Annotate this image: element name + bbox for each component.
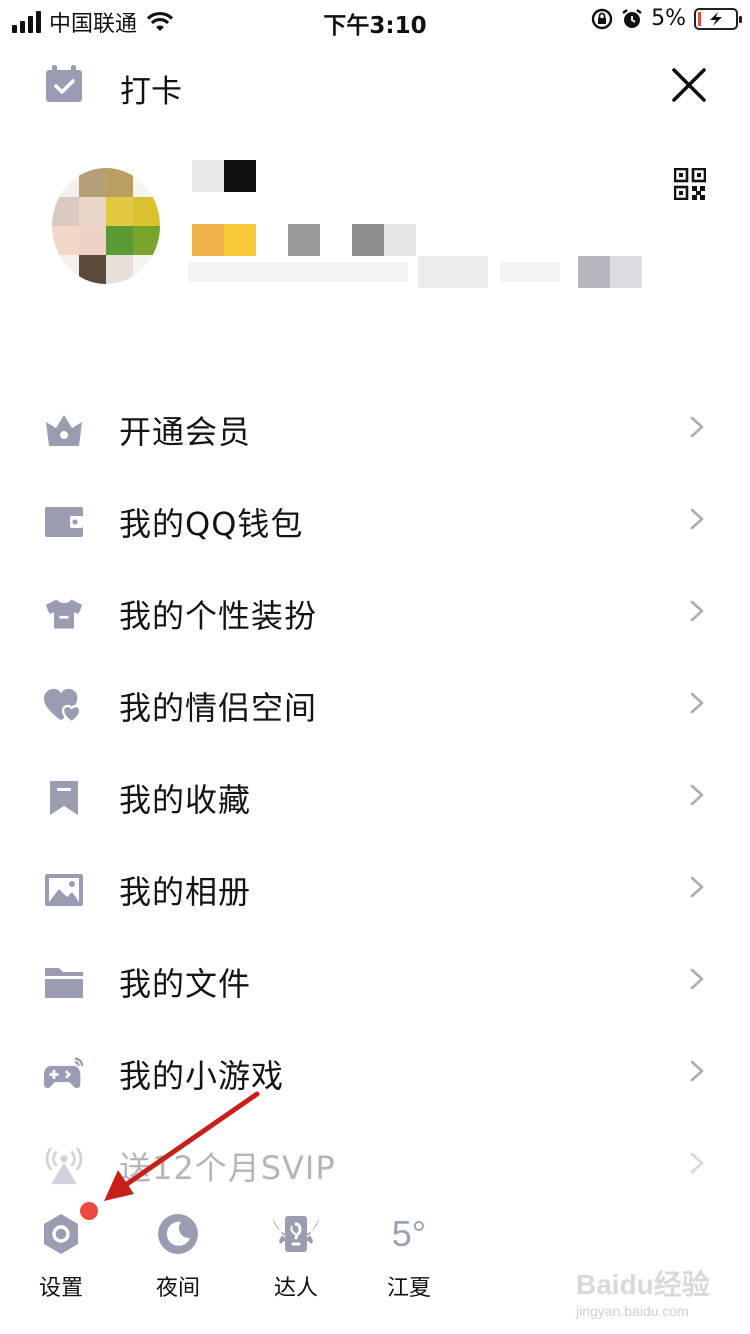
menu-label: 我的小游戏 <box>119 1057 285 1095</box>
signature-obscured <box>188 256 668 288</box>
menu-item-files[interactable]: 我的文件 <box>0 934 750 1026</box>
menu-item-games[interactable]: 我的小游戏 <box>0 1026 750 1118</box>
close-button[interactable] <box>670 66 708 104</box>
watermark-url: jingyan.baidu.com <box>575 1303 689 1319</box>
drawer-menu: 开通会员 我的QQ钱包 我的个性装扮 我的情侣空间 我的收藏 我的相册 我的文件… <box>0 382 750 1210</box>
hearts-icon <box>44 686 84 726</box>
night-mode-label: 夜间 <box>155 1276 200 1301</box>
chevron-right-icon <box>690 600 704 622</box>
crown-icon <box>44 410 84 450</box>
profile-card[interactable] <box>0 150 750 310</box>
chevron-right-icon <box>690 784 704 806</box>
alarm-icon <box>622 8 642 28</box>
rotation-lock-icon <box>591 8 613 29</box>
menu-item-vip[interactable]: 开通会员 <box>0 382 750 474</box>
night-mode-button[interactable]: 夜间 <box>133 1212 223 1302</box>
qr-code-icon <box>673 167 707 201</box>
menu-item-theme[interactable]: 我的个性装扮 <box>0 566 750 658</box>
picture-icon <box>44 870 84 910</box>
menu-label: 我的文件 <box>119 965 252 1003</box>
menu-label: 我的个性装扮 <box>119 597 318 635</box>
winged-badge-icon <box>272 1216 320 1252</box>
menu-label: 开通会员 <box>119 413 252 451</box>
chevron-right-icon <box>690 876 704 898</box>
status-bar: 中国联通 下午3:10 5% <box>0 0 750 40</box>
menu-label: 我的QQ钱包 <box>119 505 304 543</box>
weather-button[interactable]: 5° 江夏 <box>364 1212 454 1302</box>
watermark-text: Baidu经验 <box>576 1268 710 1300</box>
chevron-right-icon <box>690 692 704 714</box>
menu-label: 我的相册 <box>119 873 252 911</box>
menu-item-album[interactable]: 我的相册 <box>0 842 750 934</box>
wallet-icon <box>44 502 84 542</box>
menu-item-couple[interactable]: 我的情侣空间 <box>0 658 750 750</box>
chevron-right-icon <box>690 968 704 990</box>
folder-icon <box>44 962 84 1002</box>
weather-temperature: 5° <box>391 1213 427 1254</box>
weather-location: 江夏 <box>386 1276 431 1301</box>
close-icon <box>672 68 706 102</box>
gamepad-icon <box>44 1054 84 1094</box>
notification-badge <box>80 1202 98 1220</box>
tshirt-icon <box>44 594 84 634</box>
menu-item-wallet[interactable]: 我的QQ钱包 <box>0 474 750 566</box>
battery-icon <box>694 7 742 30</box>
drawer-header: 打卡 <box>0 52 750 122</box>
settings-label: 设置 <box>38 1276 83 1301</box>
bookmark-icon <box>44 778 84 818</box>
status-right: 5% <box>591 6 742 31</box>
talent-label: 达人 <box>273 1276 318 1301</box>
chevron-right-icon <box>690 1060 704 1082</box>
checkin-label[interactable]: 打卡 <box>120 66 182 111</box>
avatar[interactable] <box>52 168 160 284</box>
hexagon-settings-icon <box>44 1214 78 1254</box>
chevron-right-icon <box>690 508 704 530</box>
chevron-right-icon <box>690 1152 704 1174</box>
moon-icon <box>158 1214 198 1254</box>
menu-item-favorites[interactable]: 我的收藏 <box>0 750 750 842</box>
broadcast-icon <box>44 1146 84 1186</box>
battery-percent: 5% <box>651 6 686 31</box>
settings-button[interactable]: 设置 <box>16 1212 106 1302</box>
vip-badges-obscured <box>192 224 432 256</box>
talent-button[interactable]: 达人 <box>251 1212 341 1302</box>
menu-label: 我的情侣空间 <box>119 689 318 727</box>
baidu-watermark: Baidu经验 jingyan.baidu.com <box>572 1262 712 1322</box>
qr-code-button[interactable] <box>673 167 707 201</box>
chevron-right-icon <box>690 416 704 438</box>
menu-label: 我的收藏 <box>119 781 252 819</box>
menu-item-svip-gift[interactable]: 送12个月SVIP <box>0 1118 750 1210</box>
menu-label: 送12个月SVIP <box>119 1149 336 1187</box>
calendar-check-icon[interactable] <box>44 64 84 108</box>
nickname-obscured <box>192 160 256 192</box>
